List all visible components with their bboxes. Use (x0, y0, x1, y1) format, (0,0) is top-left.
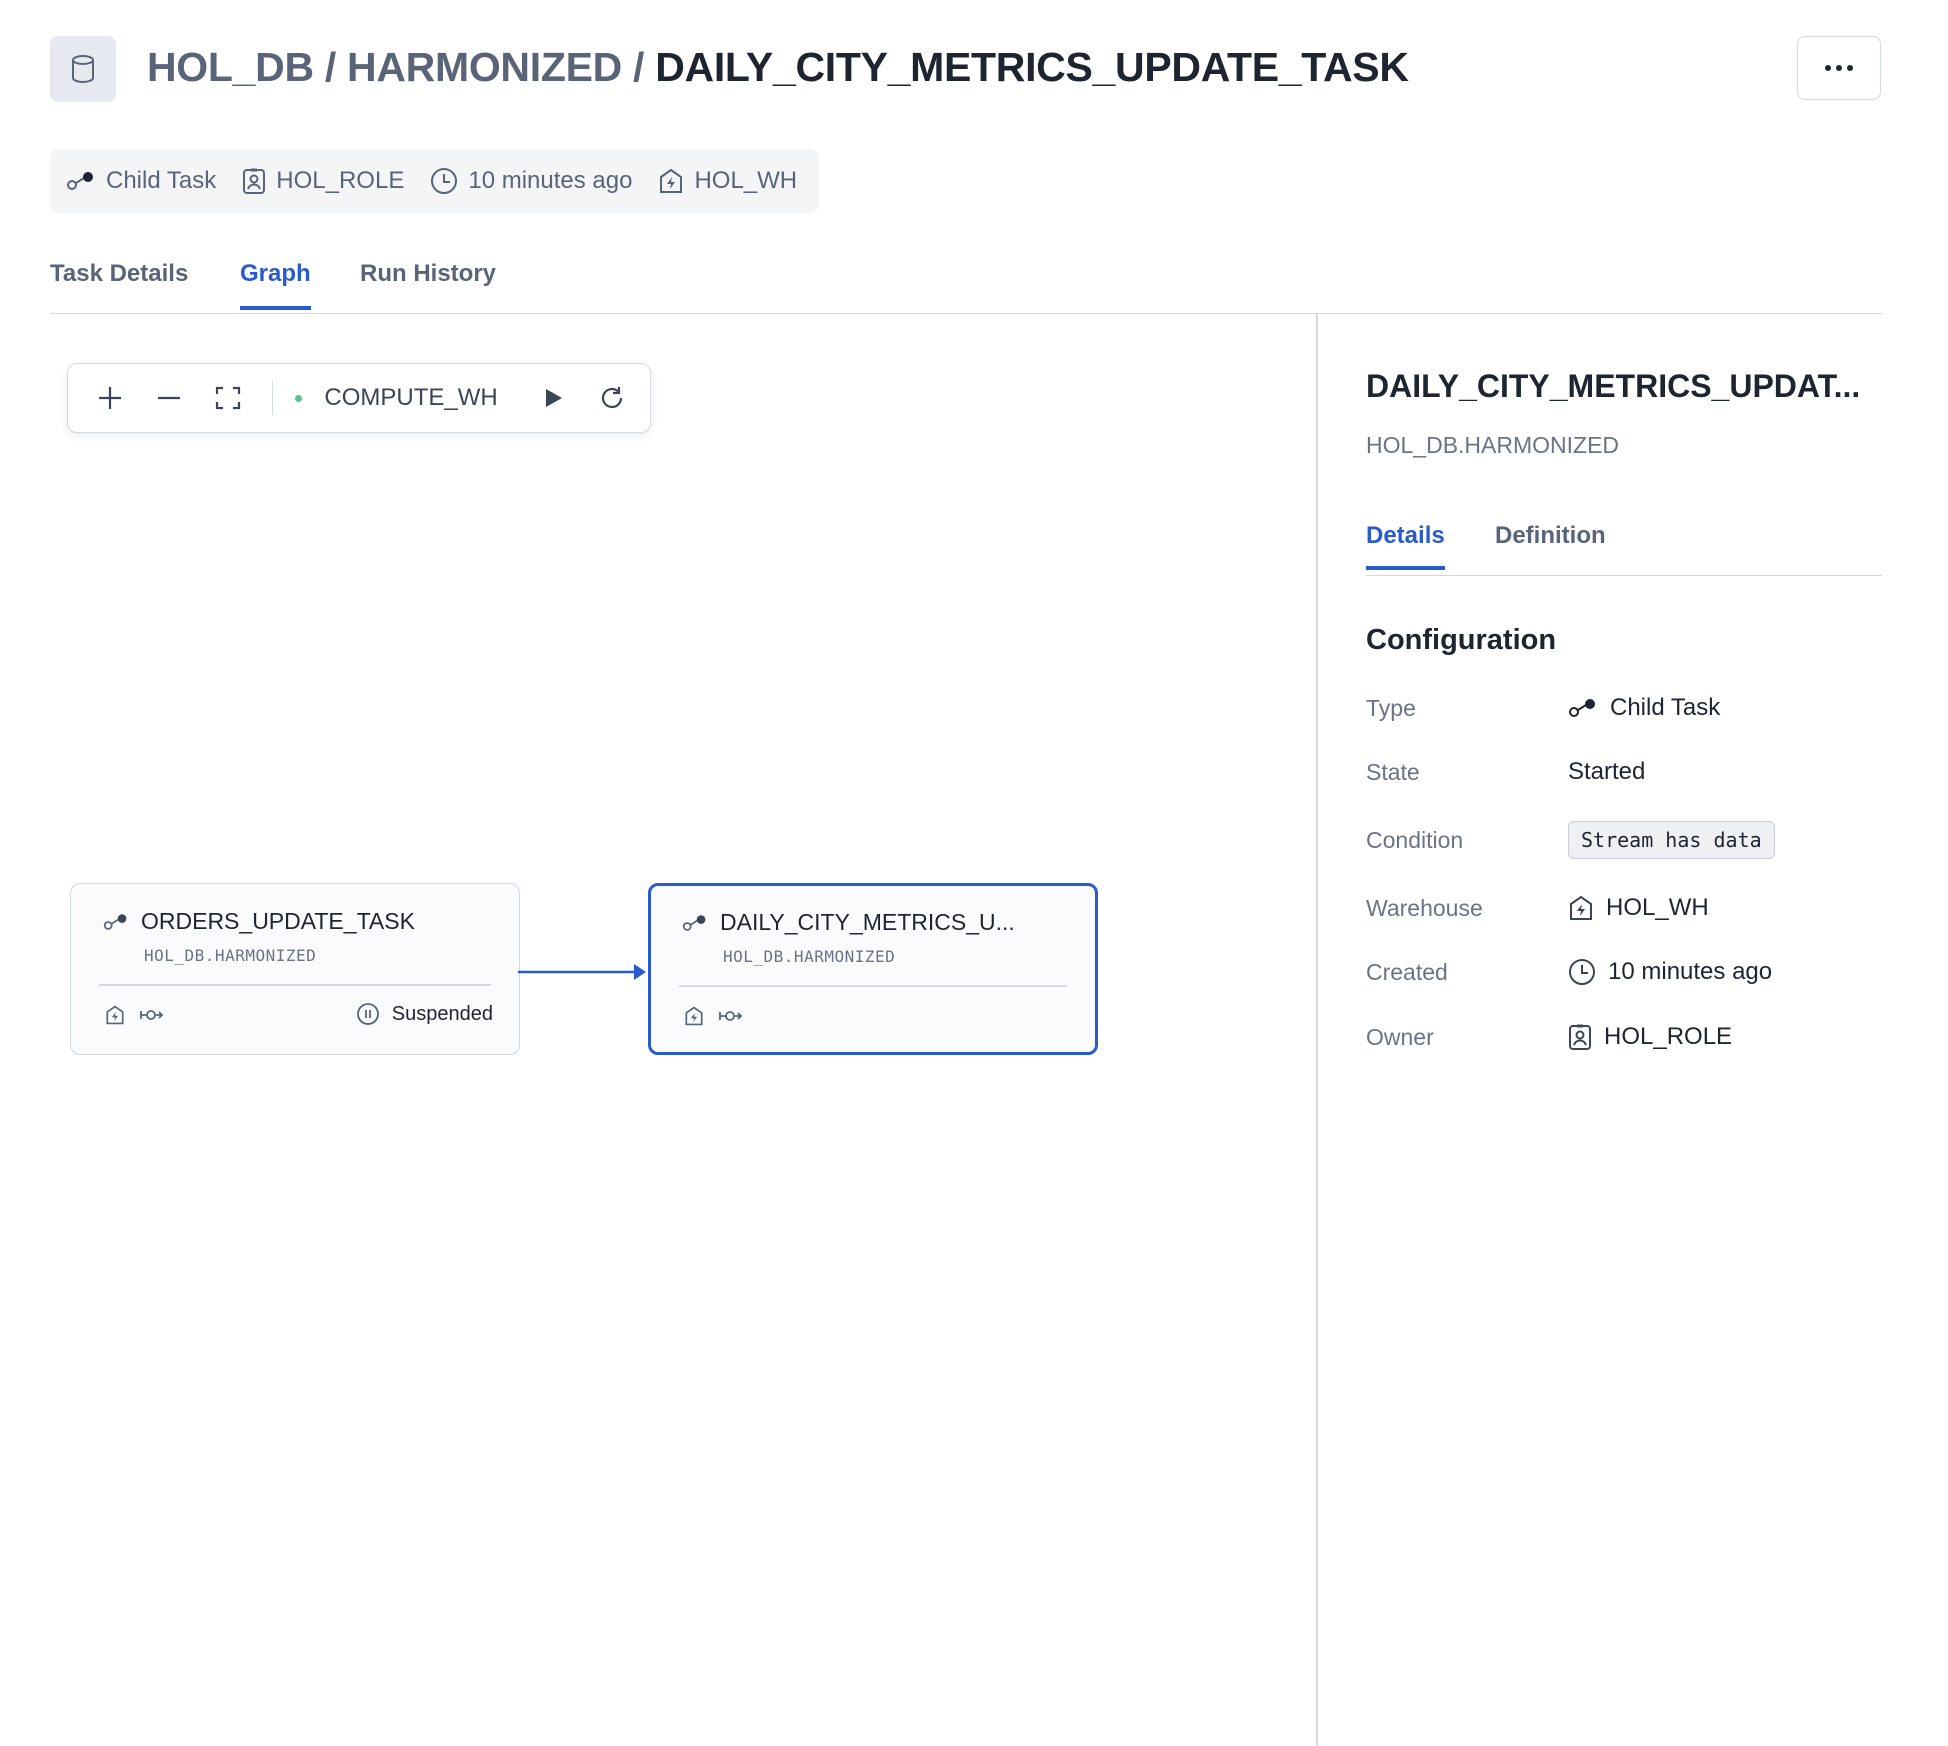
config-value-wrapper: Started (1568, 758, 1645, 786)
config-value-wrapper: HOL_WH (1568, 894, 1709, 922)
node-divider (679, 985, 1067, 987)
meta-warehouse-label: HOL_WH (694, 167, 798, 194)
node-divider (99, 984, 491, 986)
tab-graph[interactable]: Graph (240, 260, 311, 310)
warehouse-icon (660, 168, 683, 193)
meta-role: HOL_ROLE (242, 167, 404, 195)
meta-type-label: Child Task (106, 167, 217, 194)
config-key: Type (1366, 694, 1416, 721)
node-name: ORDERS_UPDATE_TASK (141, 908, 415, 934)
config-value-wrapper: Stream has data (1568, 821, 1775, 859)
config-key: Owner (1366, 1023, 1434, 1050)
refresh-button[interactable] (591, 376, 634, 420)
play-icon (546, 389, 563, 407)
panel-title: DAILY_CITY_METRICS_UPDAT... (1366, 368, 1861, 404)
panel-subtitle: HOL_DB.HARMONIZED (1366, 432, 1620, 458)
node-schema: HOL_DB.HARMONIZED (723, 947, 896, 966)
node-status: Suspended (356, 1002, 493, 1026)
graph-edge (518, 964, 646, 980)
database-icon (50, 36, 116, 102)
node-header: ORDERS_UPDATE_TASK (103, 908, 415, 935)
clock-icon (431, 168, 458, 194)
config-row-type: Type Child Task (1366, 688, 1720, 728)
configuration-heading: Configuration (1366, 624, 1557, 656)
config-key: Created (1366, 958, 1448, 985)
config-row-created: Created 10 minutes ago (1366, 952, 1772, 992)
ellipsis-icon (1825, 65, 1831, 71)
panel-tabs: Details Definition (1366, 518, 1882, 576)
toolbar-separator (271, 381, 274, 415)
child-task-icon (67, 172, 93, 190)
config-value: HOL_ROLE (1604, 1023, 1733, 1050)
meta-time-label: 10 minutes ago (468, 167, 633, 194)
role-icon (243, 168, 266, 194)
refresh-icon (602, 387, 623, 409)
page-title: HOL_DB / HARMONIZED / DAILY_CITY_METRICS… (147, 44, 1409, 91)
config-key: State (1366, 758, 1420, 785)
task-meta-bar: Child Task HOL_ROLE 10 minutes ago HOL_W… (50, 149, 820, 213)
stream-icon (719, 1011, 743, 1021)
node-footer-icons (684, 1005, 744, 1027)
config-row-warehouse: Warehouse HOL_WH (1366, 888, 1709, 928)
breadcrumb-database[interactable]: HOL_DB (147, 44, 314, 90)
run-button[interactable] (532, 376, 575, 420)
stream-icon (140, 1010, 164, 1020)
node-name: DAILY_CITY_METRICS_U... (720, 909, 1015, 935)
graph-toolbar: COMPUTE_WH (67, 363, 651, 433)
pause-circle-icon (356, 1003, 379, 1025)
child-task-icon (1569, 699, 1595, 717)
breadcrumb-current: DAILY_CITY_METRICS_UPDATE_TASK (655, 44, 1409, 90)
meta-role-label: HOL_ROLE (276, 167, 405, 194)
zoom-in-button[interactable] (88, 376, 131, 420)
config-row-condition: Condition Stream has data (1366, 820, 1775, 860)
meta-time: 10 minutes ago (430, 167, 632, 195)
ellipsis-icon (1847, 65, 1853, 71)
config-value: 10 minutes ago (1608, 958, 1773, 985)
config-value-wrapper: HOL_ROLE (1568, 1023, 1732, 1051)
graph-node-orders-update-task[interactable]: ORDERS_UPDATE_TASK HOL_DB.HARMONIZED Sus… (70, 883, 520, 1055)
child-task-icon (103, 913, 127, 930)
config-key: Warehouse (1366, 894, 1483, 921)
role-icon (1569, 1024, 1591, 1050)
clock-icon (1569, 959, 1595, 985)
tab-run-history[interactable]: Run History (360, 260, 496, 306)
condition-badge: Stream has data (1568, 821, 1775, 859)
config-value: Child Task (1610, 694, 1721, 721)
breadcrumb-separator: / (621, 44, 656, 90)
config-value: HOL_WH (1606, 894, 1709, 921)
meta-warehouse: HOL_WH (658, 167, 797, 195)
config-row-state: State Started (1366, 752, 1645, 792)
fullscreen-icon (215, 386, 241, 410)
plus-icon (98, 387, 121, 409)
warehouse-icon (685, 1006, 703, 1026)
config-value-wrapper: Child Task (1568, 694, 1720, 722)
tab-task-details[interactable]: Task Details (50, 260, 188, 306)
config-row-owner: Owner HOL_ROLE (1366, 1017, 1732, 1057)
toolbar-warehouse-selector[interactable]: COMPUTE_WH (324, 384, 497, 412)
node-header: DAILY_CITY_METRICS_U... (682, 909, 1015, 936)
meta-type: Child Task (66, 167, 216, 195)
ellipsis-icon (1836, 65, 1842, 71)
warehouse-icon (106, 1005, 124, 1025)
main-tabs: Task Details Graph Run History (50, 252, 1882, 314)
breadcrumb-schema[interactable]: HARMONIZED (347, 44, 622, 90)
tab-definition[interactable]: Definition (1495, 522, 1606, 566)
graph-node-daily-city-metrics[interactable]: DAILY_CITY_METRICS_U... HOL_DB.HARMONIZE… (648, 883, 1098, 1055)
child-task-icon (682, 914, 706, 931)
warehouse-icon (1570, 895, 1592, 920)
node-footer-icons (105, 1004, 165, 1026)
more-options-button[interactable] (1797, 36, 1881, 100)
panel-divider[interactable] (1316, 314, 1318, 1746)
minus-icon (157, 396, 180, 400)
config-value: Started (1568, 758, 1646, 785)
node-status-label: Suspended (391, 1002, 493, 1025)
config-value-wrapper: 10 minutes ago (1568, 958, 1772, 986)
breadcrumb-separator: / (313, 44, 348, 90)
node-schema: HOL_DB.HARMONIZED (144, 946, 317, 965)
config-key: Condition (1366, 826, 1464, 853)
zoom-out-button[interactable] (147, 376, 190, 420)
fit-view-button[interactable] (206, 376, 249, 420)
warehouse-status-dot (295, 394, 303, 402)
tab-details[interactable]: Details (1366, 522, 1445, 570)
